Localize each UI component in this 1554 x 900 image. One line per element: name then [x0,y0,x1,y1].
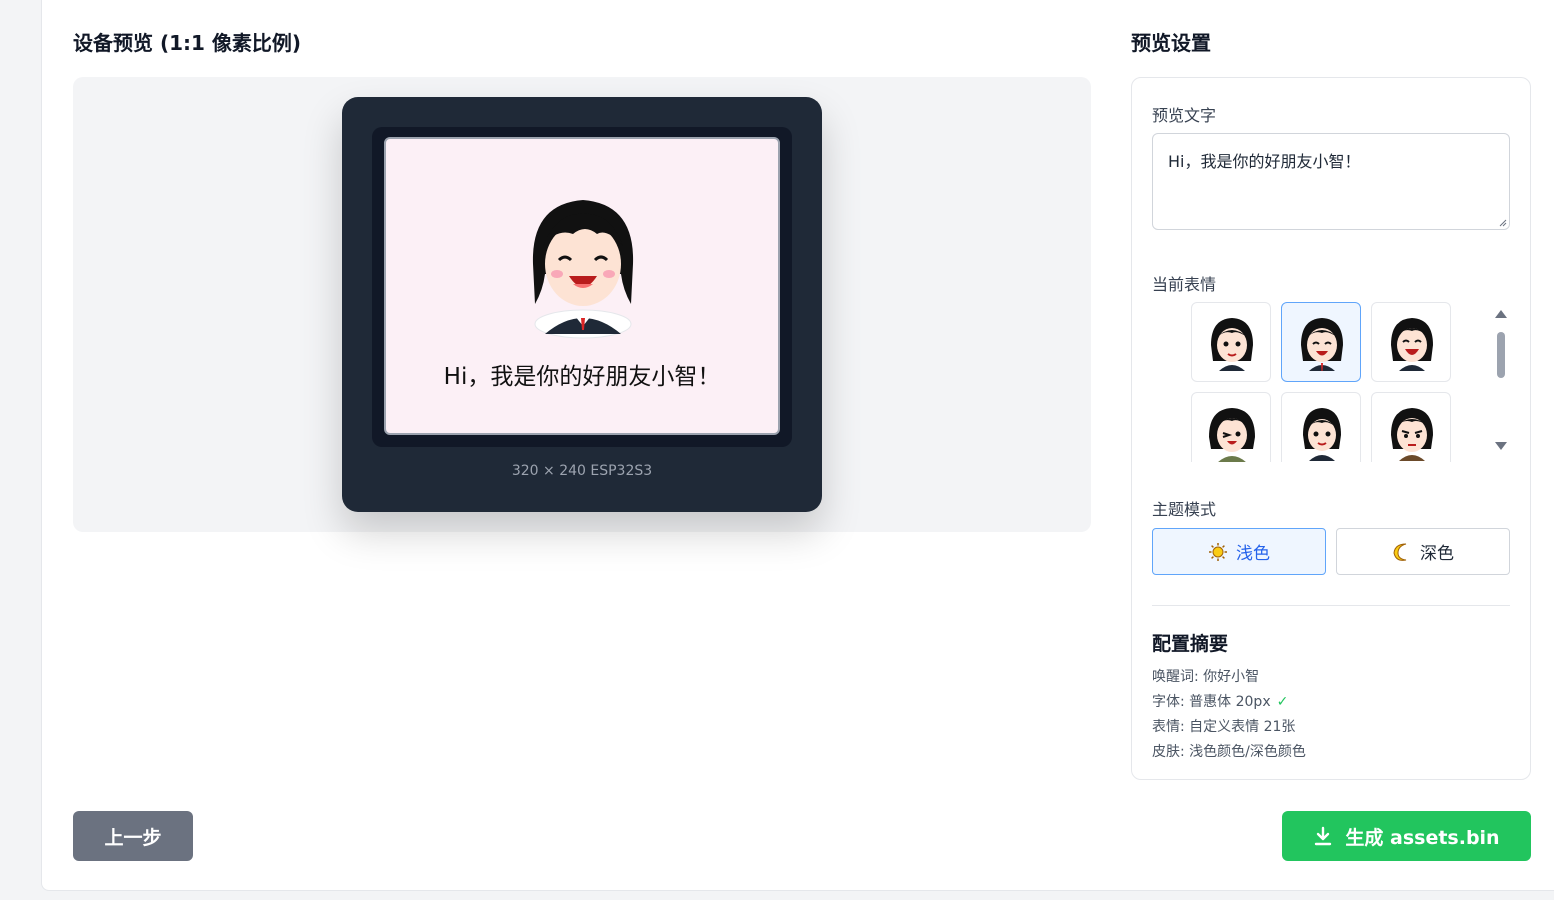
theme-light-label: 浅色 [1236,544,1270,564]
preview-text-value: Hi，我是你的好朋友小智！ [1168,152,1361,171]
theme-label: 主题模式 [1152,500,1217,519]
preview-title: 设备预览 (1:1 像素比例) [73,31,302,55]
girl-serious-icon [1391,408,1433,461]
preview-text-input[interactable]: Hi，我是你的好朋友小智！ [1152,133,1510,230]
scroll-down-icon [1495,442,1507,450]
screen-text: Hi，我是你的好朋友小智！ [443,364,721,390]
emotion-option[interactable] [1191,392,1271,462]
emotion-option[interactable] [1281,392,1361,462]
device-frame: Hi，我是你的好朋友小智！ 320 × 240 ESP32S3 [342,97,822,512]
emotion-option[interactable] [1371,302,1451,382]
girl-happy-icon [1301,318,1343,371]
summary-font-row: 字体: 普惠体 20px ✓ [1152,691,1288,711]
summary-title: 配置摘要 [1152,633,1229,655]
emotion-option[interactable] [1191,302,1271,382]
settings-title: 预览设置 [1131,31,1211,55]
main-card: 设备预览 (1:1 像素比例) Hi，我是你的好朋友小智！ 320 × 240 … [41,0,1554,891]
back-button[interactable]: 上一步 [73,811,193,861]
summary-skin: 皮肤: 浅色颜色/深色颜色 [1152,744,1306,760]
device-screen: Hi，我是你的好朋友小智！ [384,137,780,435]
emotion-label: 当前表情 [1152,275,1217,294]
emotion-option[interactable] [1371,392,1451,462]
back-button-label: 上一步 [104,826,162,849]
theme-light-button[interactable]: 浅色 [1152,528,1326,575]
summary-emotion: 表情: 自定义表情 21张 [1152,719,1296,735]
download-icon [1315,826,1332,846]
scroll-up-icon [1495,310,1507,318]
check-icon: ✓ [1276,694,1289,710]
summary-font: 字体: 普惠体 20px [1152,694,1271,710]
girl-neutral-icon [1211,318,1253,371]
girl-happy-icon [532,200,634,339]
emotion-option[interactable] [1281,302,1361,382]
device-bezel: Hi，我是你的好朋友小智！ [372,127,792,447]
girl-laughing-icon [1391,318,1433,371]
theme-dark-label: 深色 [1420,544,1454,564]
divider [1152,605,1510,606]
theme-dark-button[interactable]: 深色 [1336,528,1510,575]
moon-icon [1393,543,1407,561]
preview-text-label: 预览文字 [1152,106,1217,125]
resize-handle-icon[interactable] [1498,218,1507,227]
emotion-scrollbar[interactable] [1492,306,1510,456]
sun-icon [1209,542,1227,561]
settings-panel: 预览文字 Hi，我是你的好朋友小智！ 当前表情 主题模式 浅色 深色 配置摘要 … [1131,77,1531,780]
device-label: 320 × 240 ESP32S3 [511,463,653,479]
girl-wink-icon [1209,408,1255,462]
device-preview-area: Hi，我是你的好朋友小智！ 320 × 240 ESP32S3 [73,77,1091,532]
girl-smile-icon [1303,408,1341,461]
generate-button[interactable]: 生成 assets.bin [1282,811,1531,861]
summary-wake-word: 唤醒词: 你好小智 [1152,669,1260,685]
emotion-grid [1191,302,1453,462]
generate-button-label: 生成 assets.bin [1345,826,1500,849]
